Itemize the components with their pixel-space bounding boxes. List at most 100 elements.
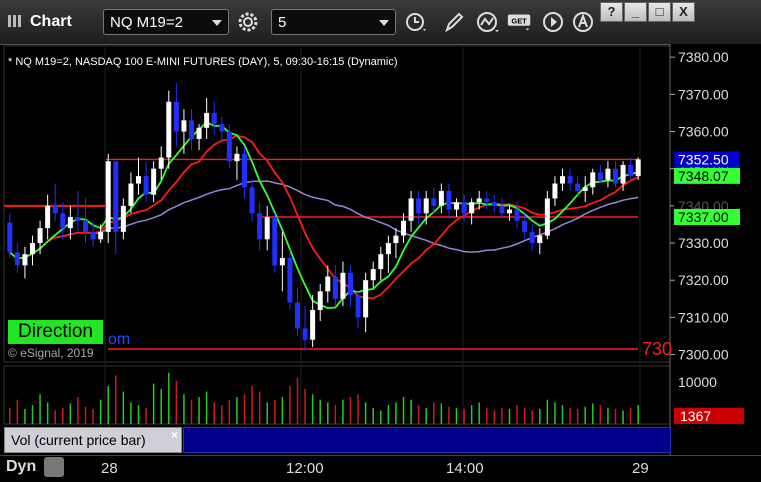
candle-body [514,209,520,221]
chevron-down-icon [212,20,222,26]
dynamic-icon[interactable] [44,457,64,477]
volume-tick-label: 10000 [678,374,717,390]
candle-body [446,190,452,210]
candle-body [423,198,429,214]
app-title: Chart [30,13,72,30]
price-badge-level: 7337.00 [678,209,729,225]
study-icon [477,12,499,32]
volume-study-label[interactable]: Vol (current price bar) [4,427,182,453]
candle-body [105,161,111,232]
play-button[interactable] [540,9,568,35]
candle-body [158,157,164,169]
price-badge-ma: 7348.07 [678,168,729,184]
candle-body [454,202,459,210]
candle-body [60,213,66,229]
close-button[interactable]: X [672,2,695,22]
candle-body [67,217,73,229]
x-tick-label: 14:00 [446,460,484,477]
candle-body [605,168,611,180]
candle-body [537,235,543,244]
x-tick-label: 28 [101,460,118,477]
candle-body [363,280,369,318]
price-chart[interactable]: 7380.007370.007360.007350.007340.007330.… [0,44,761,455]
dynamic-label[interactable]: Dyn [6,458,36,476]
candle-body [52,205,58,214]
candle-body [590,172,596,188]
candle-body [151,168,157,195]
candle-body [620,164,626,184]
get-button[interactable]: GET [506,9,536,35]
alert-button[interactable] [570,9,598,35]
candle-body [461,202,467,214]
time-button[interactable] [402,9,430,35]
candle-body [438,190,444,206]
candle-body [507,209,512,214]
x-tick-label: 29 [632,460,649,477]
candle-body [30,243,35,255]
price-badge-current: 7352.50 [678,151,729,167]
candle-body [635,159,641,177]
candle-body [272,217,278,266]
candle-body [378,254,384,270]
candle-body [196,127,202,139]
minimize-button[interactable]: _ [624,2,647,22]
alert-icon [573,12,593,32]
candle-body [597,172,603,180]
candle-body [325,276,331,292]
candle-body [582,187,588,191]
candle-body [544,198,550,236]
candle-body [226,131,232,162]
title-bar: Chart NQ M19=2 5 GET ? _ □ X [0,0,761,45]
candle-body [204,112,210,128]
y-tick-label: 7300.00 [678,347,729,363]
candle-body [120,205,126,232]
candle-body [522,220,528,232]
candle-body [567,176,573,184]
candle-body [560,176,565,184]
candle-body [575,183,581,191]
draw-button[interactable] [440,9,468,35]
play-icon [543,12,563,32]
candle-body [219,124,225,132]
chart-app-icon [8,15,21,27]
candle-body [22,254,28,266]
candle-body [340,272,346,299]
settings-button[interactable] [234,9,262,35]
y-tick-label: 7310.00 [678,309,729,325]
candle-body [264,217,270,240]
clock-icon [406,13,426,31]
candle-body [98,231,104,240]
watermark: © eSignal, 2019 [8,346,94,360]
study-button[interactable] [474,9,502,35]
candle-body [332,276,338,299]
candle-body [90,231,96,240]
candle-body [45,205,51,229]
symbol-description: * NQ M19=2, NASDAQ 100 E-MINI FUTURES (D… [8,56,398,68]
close-study-icon[interactable]: × [171,428,178,442]
candle-body [279,257,285,266]
candle-body [189,120,194,139]
candle-body [113,161,119,232]
candle-body [242,153,247,188]
get-icon: GET [507,14,531,31]
candle-body [249,187,255,214]
candle-body [484,198,490,203]
candle-body [14,252,20,266]
help-button[interactable]: ? [600,2,623,22]
overlay-partial-text: om [108,331,131,348]
candle-body [416,198,422,214]
candle-body [499,205,505,214]
maximize-button[interactable]: □ [648,2,671,22]
level-edge-label: 730 [642,339,672,359]
candle-body [613,168,618,184]
candle-body [552,183,558,199]
candle-body [37,228,43,244]
candle-body [181,120,187,132]
candle-body [469,202,475,214]
chevron-down-icon [379,20,389,26]
y-tick-label: 7320.00 [678,272,729,288]
interval-dropdown[interactable]: 5 [271,9,396,35]
interval-value: 5 [278,14,287,31]
symbol-dropdown[interactable]: NQ M19=2 [103,9,229,35]
candle-body [211,112,217,125]
